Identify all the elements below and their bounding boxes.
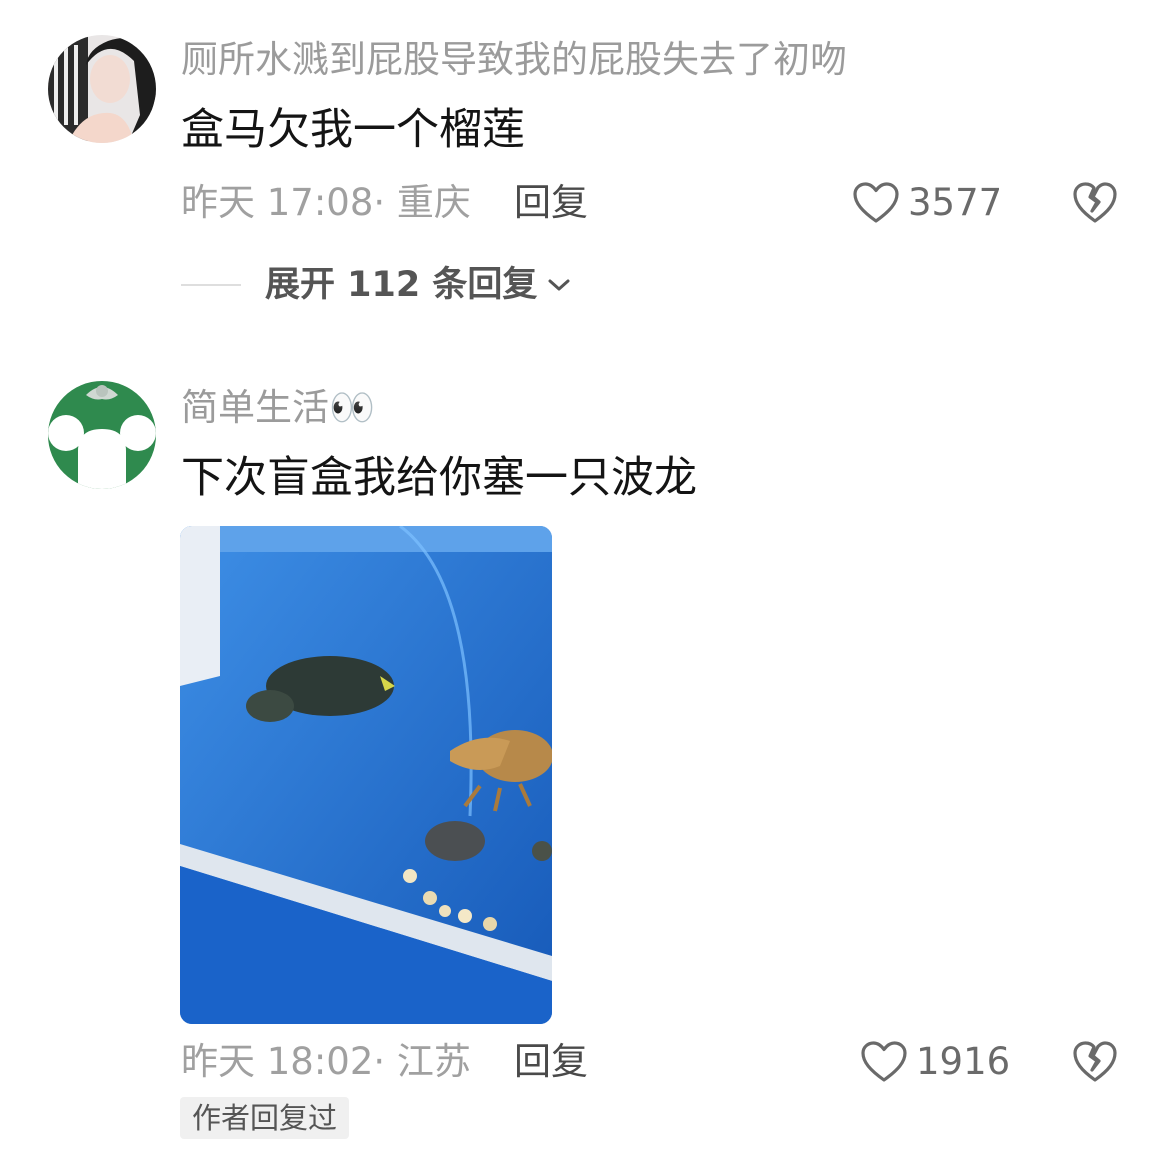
reply-button[interactable]: 回复 <box>514 181 588 225</box>
username[interactable]: 简单生活👀 <box>181 386 375 430</box>
expand-replies-button[interactable]: 展开 112 条回复 <box>181 263 571 307</box>
like-count: 1916 <box>916 1040 1011 1083</box>
dislike-button[interactable] <box>1072 181 1118 225</box>
comment-photo[interactable] <box>180 526 552 1024</box>
aquarium-photo <box>180 526 552 1024</box>
dislike-button[interactable] <box>1072 1040 1118 1084</box>
username-text: 简单生活 <box>181 386 329 429</box>
avatar[interactable] <box>48 35 156 143</box>
divider-line <box>181 284 241 286</box>
broken-heart-icon <box>1073 182 1117 223</box>
author-replied-badge: 作者回复过 <box>180 1097 350 1139</box>
chevron-down-icon <box>548 279 570 291</box>
eyes-emoji: 👀 <box>329 386 376 429</box>
heart-outline-icon <box>861 1041 907 1082</box>
broken-heart-icon <box>1073 1041 1117 1082</box>
comment-meta: 昨天 17:08· 重庆 <box>181 181 471 224</box>
like-button[interactable]: 1916 <box>860 1040 1010 1084</box>
comment-meta: 昨天 18:02· 江苏 <box>181 1040 471 1083</box>
avatar-image <box>48 35 156 143</box>
avatar-image <box>48 381 156 489</box>
heart-outline-icon <box>853 182 899 223</box>
username[interactable]: 厕所水溅到屁股导致我的屁股失去了初吻 <box>181 38 847 82</box>
avatar[interactable] <box>48 381 156 489</box>
like-count: 3577 <box>908 181 1003 224</box>
like-button[interactable]: 3577 <box>852 181 1002 225</box>
comment-text: 盒马欠我一个榴莲 <box>181 105 525 155</box>
expand-replies-label: 展开 112 条回复 <box>265 265 538 305</box>
comment-text: 下次盲盒我给你塞一只波龙 <box>181 453 697 503</box>
reply-button[interactable]: 回复 <box>514 1040 588 1084</box>
